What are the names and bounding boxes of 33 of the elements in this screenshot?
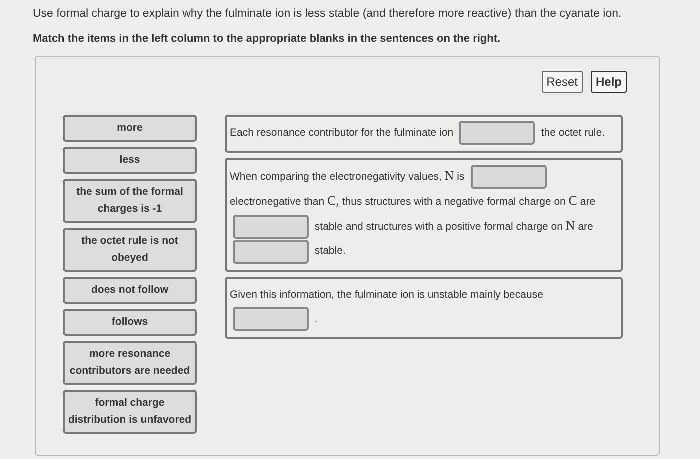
drop-blank[interactable] [459, 120, 536, 145]
sentence-text: . [314, 312, 318, 325]
answer-chip[interactable]: more resonance contributors are needed [63, 340, 197, 385]
instruction-text: Match the items in the left column to the appropriate blanks in the sentences on the right. [32, 32, 502, 48]
sentence-text: is [457, 170, 465, 183]
sentence-text: thus structures with a negative formal charge on [342, 196, 566, 208]
question-prompt: Use formal charge to explain why the fulminate ion is less stable (and therefore more reactive) than the cyanate ion. [32, 7, 623, 22]
element-symbol: N [444, 168, 454, 183]
drop-blank[interactable] [233, 215, 309, 240]
answer-chip[interactable]: less [63, 146, 197, 174]
element-symbol: C, [328, 193, 340, 208]
sentence-text: When comparing the electronegativity values, [230, 170, 442, 183]
element-symbol: C [568, 193, 578, 208]
answer-chip[interactable]: formal charge distribution is unfavored [63, 390, 197, 434]
reset-button[interactable]: Reset [542, 70, 583, 93]
sentence-text: Each resonance contributor for the fulminate ion [230, 126, 454, 139]
answer-chip[interactable]: more [63, 114, 197, 142]
element-symbol: N [566, 218, 576, 234]
answer-chip[interactable]: follows [63, 308, 197, 336]
answer-chip[interactable]: does not follow [63, 276, 197, 304]
drop-blank[interactable] [470, 165, 547, 190]
sentence-text: Given this information, the fulminate ion is unstable mainly because [230, 288, 544, 301]
answer-chip[interactable]: the octet rule is not obeyed [63, 228, 197, 272]
sentence-text: stable and structures with a positive formal charge on [314, 221, 563, 234]
sentence-text: are [580, 196, 596, 208]
help-button[interactable]: Help [590, 70, 627, 93]
drop-blank[interactable] [233, 306, 309, 331]
sentence-text: are [578, 221, 594, 234]
answer-chip[interactable]: the sum of the formal charges is -1 [63, 178, 197, 223]
sentence-text: the octet rule. [541, 126, 606, 139]
drop-blank[interactable] [233, 240, 309, 264]
sentence-text: electronegative than [230, 196, 325, 208]
sentence-text: stable. [314, 245, 346, 258]
